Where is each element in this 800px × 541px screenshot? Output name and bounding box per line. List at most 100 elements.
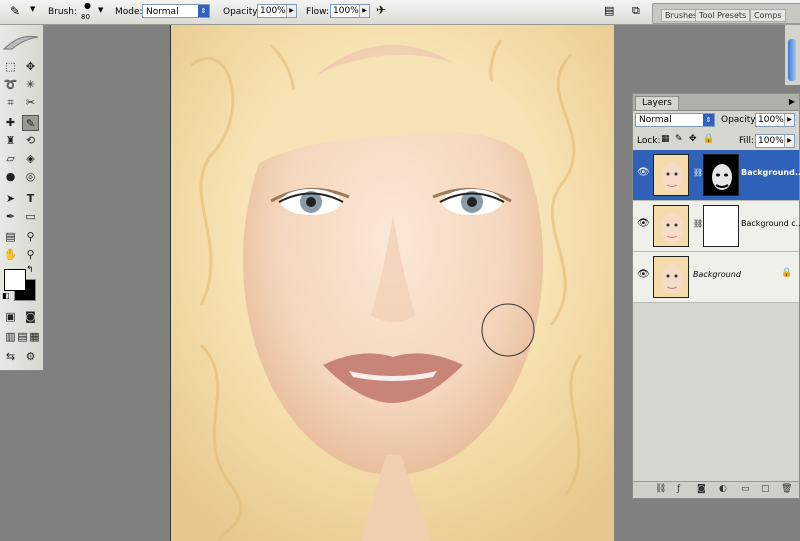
trash-icon[interactable]: 🗑 bbox=[781, 484, 792, 494]
slice-tool-icon[interactable]: ✂ bbox=[22, 95, 39, 111]
link-layers-icon[interactable]: ⛓ bbox=[655, 484, 666, 494]
eye-visibility-icon[interactable]: 👁 bbox=[637, 167, 650, 179]
mode-select-value: Normal bbox=[146, 7, 179, 17]
mode-select[interactable]: Normal ⇕ bbox=[142, 4, 210, 18]
lock-position-icon[interactable]: ✥ bbox=[689, 134, 697, 144]
flow-value: 100% bbox=[333, 6, 359, 16]
clone-stamp-tool-icon[interactable]: ♜ bbox=[2, 133, 19, 149]
brush-preset-picker[interactable]: ● 80 bbox=[78, 1, 98, 23]
go-to-bridge-icon[interactable]: ⧉ bbox=[632, 4, 640, 18]
brush-tool-button-icon[interactable]: ✎ bbox=[22, 115, 39, 131]
adjustment-layer-icon[interactable]: ◐ bbox=[719, 484, 727, 494]
pen-tool-icon[interactable]: ✒ bbox=[2, 209, 19, 225]
palette-well-tab-comps[interactable]: Comps bbox=[750, 9, 786, 22]
fill-label: Fill: bbox=[739, 136, 755, 146]
panel-menu-icon[interactable]: ▶ bbox=[789, 97, 795, 106]
select-arrows-icon: ⇕ bbox=[198, 5, 209, 17]
standard-mode-icon[interactable]: ▣ bbox=[2, 309, 19, 325]
rectangle-tool-icon[interactable]: ▭ bbox=[22, 209, 39, 225]
palette-dock-scroll[interactable] bbox=[785, 25, 800, 85]
opacity-value: 100% bbox=[260, 6, 286, 16]
lock-transparency-icon[interactable]: ▦ bbox=[661, 134, 670, 144]
fill-field[interactable]: 100% ▶ bbox=[755, 134, 795, 148]
dodge-tool-icon[interactable]: ◎ bbox=[22, 169, 39, 185]
eraser-tool-icon[interactable]: ▱ bbox=[2, 151, 19, 167]
zoom-tool-icon[interactable]: ⚲ bbox=[22, 247, 39, 263]
layers-panel-footer: ⛓ ƒ ◙ ◐ ▭ ▢ 🗑 bbox=[633, 481, 799, 498]
layer-thumbnail bbox=[653, 205, 689, 247]
fill-flyout-arrow-icon[interactable]: ▶ bbox=[784, 135, 794, 147]
move-tool-icon[interactable]: ✥ bbox=[22, 59, 39, 75]
lock-label: Lock: bbox=[637, 136, 661, 146]
layer-name[interactable]: Background... bbox=[741, 168, 800, 177]
eye-visibility-icon[interactable]: 👁 bbox=[637, 218, 650, 230]
fill-value: 100% bbox=[758, 136, 784, 146]
select-arrows-icon: ⇕ bbox=[703, 114, 714, 126]
history-brush-tool-icon[interactable]: ⟲ bbox=[22, 133, 39, 149]
link-chain-icon[interactable]: ⛓ bbox=[693, 168, 703, 177]
brush-size-value: 80 bbox=[81, 13, 90, 21]
swap-colors-icon[interactable]: ↰ bbox=[26, 265, 34, 275]
brush-tool-icon[interactable]: ✎ bbox=[10, 4, 20, 18]
layer-name[interactable]: Background c... bbox=[741, 219, 800, 228]
lock-image-icon[interactable]: ✎ bbox=[675, 134, 683, 144]
layer-row-background-1[interactable]: 👁 ⛓ Background... bbox=[633, 150, 800, 201]
flow-flyout-arrow-icon[interactable]: ▶ bbox=[359, 5, 369, 17]
palette-well: Brushes Tool Presets Comps bbox=[652, 3, 800, 24]
opacity-flyout-arrow-icon[interactable]: ▶ bbox=[286, 5, 296, 17]
dock-scroll-thumb[interactable] bbox=[788, 39, 796, 81]
brush-picker-arrow-icon[interactable]: ▼ bbox=[98, 6, 103, 14]
opacity-field[interactable]: 100% ▶ bbox=[257, 4, 297, 18]
opacity-flyout-arrow-icon[interactable]: ▶ bbox=[784, 114, 794, 126]
document-canvas[interactable] bbox=[170, 25, 614, 541]
default-colors-icon[interactable]: ◧ bbox=[2, 291, 10, 300]
airbrush-icon[interactable]: ✈ bbox=[376, 3, 386, 17]
eye-visibility-icon[interactable]: 👁 bbox=[637, 269, 650, 281]
palette-options-icon[interactable]: ▤ bbox=[604, 4, 614, 17]
add-mask-icon[interactable]: ◙ bbox=[697, 484, 706, 494]
layer-opacity-label: Opacity: bbox=[721, 115, 758, 125]
lasso-tool-icon[interactable]: ➰ bbox=[2, 77, 19, 93]
brush-tip-icon: ● bbox=[84, 1, 91, 10]
mode-label: Mode: bbox=[115, 7, 143, 17]
magic-wand-tool-icon[interactable]: ✳ bbox=[22, 77, 39, 93]
eyedropper-tool-icon[interactable]: ⚲ bbox=[22, 229, 39, 245]
foreground-color-swatch[interactable] bbox=[4, 269, 26, 291]
flow-label: Flow: bbox=[306, 7, 330, 17]
path-selection-tool-icon[interactable]: ➤ bbox=[2, 191, 19, 207]
options-bar: ✎ ▼ Brush: ● 80 ▼ Mode: Normal ⇕ Opacity… bbox=[0, 0, 800, 25]
layer-style-icon[interactable]: ƒ bbox=[677, 484, 680, 494]
opacity-label: Opacity: bbox=[223, 7, 260, 17]
layer-row-background[interactable]: 👁 Background 🔒 bbox=[633, 252, 799, 303]
marquee-tool-icon[interactable]: ⬚ bbox=[2, 59, 19, 75]
layer-opacity-field[interactable]: 100% ▶ bbox=[755, 113, 795, 127]
imageready-icon[interactable]: ⚙ bbox=[22, 349, 39, 365]
screen-mode-full-icon[interactable]: ▦ bbox=[26, 329, 43, 345]
hand-tool-icon[interactable]: ✋ bbox=[2, 247, 19, 263]
type-tool-icon[interactable]: T bbox=[22, 191, 39, 207]
healing-brush-tool-icon[interactable]: ✚ bbox=[2, 115, 19, 131]
quick-mask-mode-icon[interactable]: ◙ bbox=[22, 309, 39, 325]
paint-bucket-tool-icon[interactable]: ◈ bbox=[22, 151, 39, 167]
palette-well-tab-tool-presets[interactable]: Tool Presets bbox=[695, 9, 751, 22]
layer-mask-thumbnail[interactable] bbox=[703, 205, 739, 247]
notes-tool-icon[interactable]: ▤ bbox=[2, 229, 19, 245]
tool-preset-arrow-icon[interactable]: ▼ bbox=[30, 5, 35, 13]
lock-fill-row: Lock: ▦ ✎ ✥ 🔒 Fill: 100% ▶ bbox=[633, 131, 799, 151]
link-chain-icon[interactable]: ⛓ bbox=[693, 219, 703, 228]
new-layer-icon[interactable]: ▢ bbox=[761, 484, 770, 494]
flow-field[interactable]: 100% ▶ bbox=[330, 4, 370, 18]
layer-row-background-copy[interactable]: 👁 ⛓ Background c... bbox=[633, 201, 800, 252]
layer-mask-thumbnail[interactable] bbox=[703, 154, 739, 196]
blur-tool-icon[interactable]: ● bbox=[2, 169, 19, 185]
crop-tool-icon[interactable]: ⌗ bbox=[2, 95, 19, 111]
layer-thumbnail bbox=[653, 154, 689, 196]
lock-all-icon[interactable]: 🔒 bbox=[703, 134, 714, 144]
layer-name[interactable]: Background bbox=[693, 270, 741, 279]
new-group-icon[interactable]: ▭ bbox=[741, 484, 750, 494]
blend-mode-select[interactable]: Normal ⇕ bbox=[635, 113, 715, 127]
brush-label: Brush: bbox=[48, 7, 78, 17]
jump-to-imageready-icon[interactable]: ⇆ bbox=[2, 349, 19, 365]
blend-opacity-row: Normal ⇕ Opacity: 100% ▶ bbox=[633, 110, 799, 130]
tab-layers[interactable]: Layers bbox=[635, 96, 679, 110]
